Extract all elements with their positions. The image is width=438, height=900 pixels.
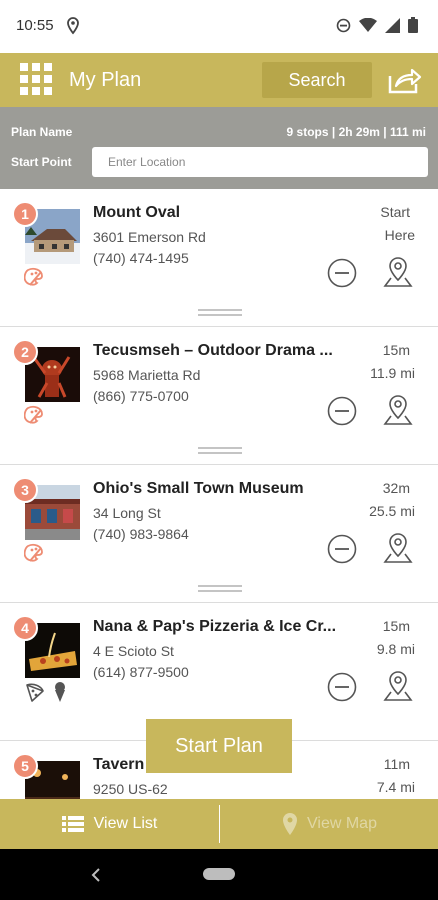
stop-address: 3601 Emerson Rd	[93, 229, 206, 245]
stop-drive-time: 11m	[383, 756, 410, 772]
home-pill[interactable]	[203, 868, 235, 880]
map-pin-icon[interactable]	[382, 669, 414, 703]
ice-cream-icon	[55, 682, 65, 702]
remove-stop-icon[interactable]	[327, 396, 357, 426]
stop-list[interactable]: 1 Mount Oval 3601 Emerson Rd (740) 474-1…	[0, 189, 438, 799]
search-button[interactable]: Search	[262, 62, 372, 98]
stop-drive-time: 32m	[382, 480, 410, 496]
stop-phone[interactable]: (866) 775-0700	[93, 388, 189, 404]
system-nav-bar	[0, 849, 438, 900]
stop-phone[interactable]: (614) 877-9500	[93, 664, 189, 680]
stop-number-badge: 5	[12, 753, 38, 779]
stop-name[interactable]: Mount Oval	[93, 204, 180, 222]
stop-number-badge: 1	[12, 201, 38, 227]
stop-drive-time: 15m	[382, 342, 410, 358]
arts-palette-icon	[24, 405, 43, 424]
tab-view-map-label: View Map	[307, 815, 377, 832]
stop-name[interactable]: Ohio's Small Town Museum	[93, 480, 304, 498]
stop-name[interactable]: Tecusmseh – Outdoor Drama ...	[93, 342, 333, 360]
list-icon	[61, 816, 84, 832]
map-pin-icon[interactable]	[382, 393, 414, 427]
pizza-icon	[26, 683, 44, 702]
tab-view-map[interactable]: View Map	[220, 799, 438, 849]
stop-phone[interactable]: (740) 474-1495	[93, 250, 189, 266]
stop-address: 9250 US-62	[93, 781, 168, 797]
remove-stop-icon[interactable]	[327, 534, 357, 564]
tab-view-list-label: View List	[93, 815, 158, 832]
start-plan-button[interactable]: Start Plan	[146, 719, 292, 773]
drag-handle[interactable]	[198, 447, 242, 454]
stop-distance: 25.5 mi	[369, 503, 415, 519]
arts-palette-icon	[24, 543, 43, 562]
plan-info-bar: Plan Name 9 stops | 2h 29m | 111 mi Star…	[0, 107, 438, 189]
stop-drive-time: 15m	[382, 618, 410, 634]
map-pin-icon[interactable]	[382, 531, 414, 565]
signal-icon	[385, 17, 400, 33]
stop-phone[interactable]: (740) 983-9864	[93, 526, 189, 542]
menu-grid-icon[interactable]	[20, 63, 52, 95]
stop-number-badge: 2	[12, 339, 38, 365]
battery-icon	[408, 17, 418, 33]
stop-distance: Here	[384, 227, 415, 243]
page-title: My Plan	[69, 69, 142, 91]
tab-view-list[interactable]: View List	[0, 799, 219, 849]
location-status-icon	[67, 17, 79, 35]
stop-item[interactable]: 3 Ohio's Small Town Museum 34 Long St (7…	[0, 465, 438, 603]
remove-stop-icon[interactable]	[327, 258, 357, 288]
wifi-icon	[359, 17, 377, 32]
back-chevron-icon[interactable]	[88, 865, 104, 885]
stop-item[interactable]: 1 Mount Oval 3601 Emerson Rd (740) 474-1…	[0, 189, 438, 327]
stop-name[interactable]: Nana & Pap's Pizzeria & Ice Cr...	[93, 618, 336, 636]
stop-address: 5968 Marietta Rd	[93, 367, 201, 383]
app-header: My Plan Search	[0, 53, 438, 107]
map-marker-icon	[283, 813, 298, 835]
map-pin-icon[interactable]	[382, 255, 414, 289]
stop-distance: 11.9 mi	[370, 365, 415, 381]
arts-palette-icon	[24, 267, 43, 286]
bottom-tab-bar: View List View Map	[0, 799, 438, 849]
stop-address: 34 Long St	[93, 505, 161, 521]
drag-handle[interactable]	[198, 585, 242, 592]
stop-number-badge: 4	[12, 615, 38, 641]
share-icon[interactable]	[388, 66, 422, 94]
stop-number-badge: 3	[12, 477, 38, 503]
status-bar: 10:55	[0, 0, 438, 53]
do-not-disturb-icon	[336, 18, 351, 32]
status-time: 10:55	[16, 17, 54, 34]
plan-name-label: Plan Name	[11, 125, 73, 139]
drag-handle[interactable]	[198, 309, 242, 316]
start-point-label: Start Point	[11, 155, 72, 169]
stop-distance: 9.8 mi	[376, 641, 415, 657]
stop-address: 4 E Scioto St	[93, 643, 174, 659]
stop-item[interactable]: 2 Tecusmseh – Outdoor Drama ... 5968 Mar…	[0, 327, 438, 465]
stop-drive-time: Start	[380, 204, 410, 220]
stop-distance: 7.4 mi	[376, 779, 415, 795]
plan-summary: 9 stops | 2h 29m | 111 mi	[286, 125, 426, 139]
remove-stop-icon[interactable]	[327, 672, 357, 702]
start-location-input[interactable]	[92, 147, 428, 177]
